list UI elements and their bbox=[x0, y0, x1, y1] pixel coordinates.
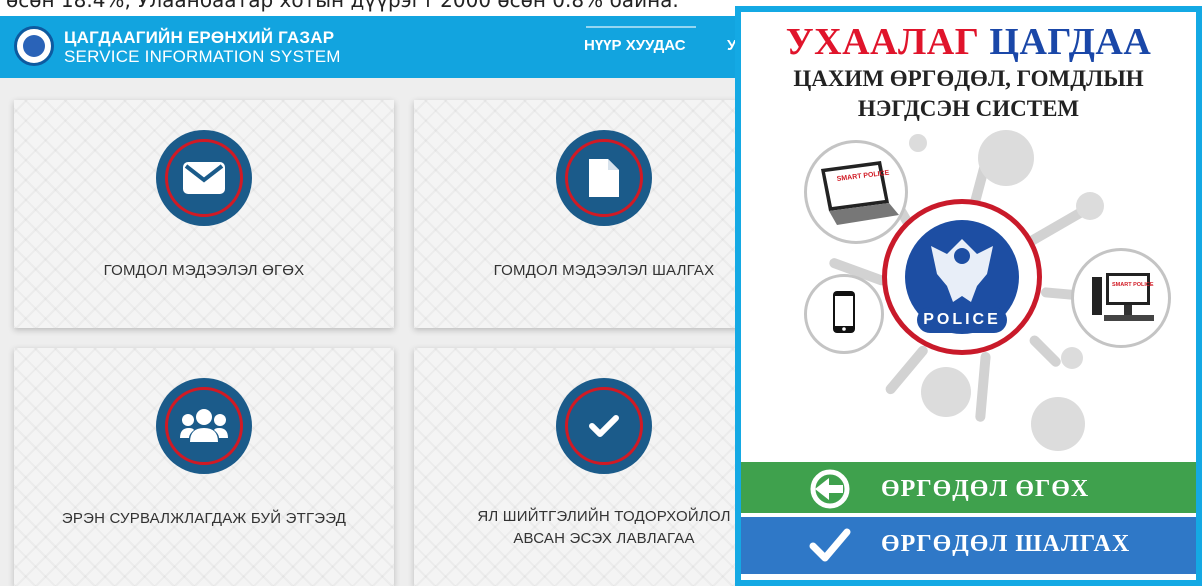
network-bubble bbox=[1061, 347, 1083, 369]
nav-active-indicator bbox=[586, 26, 696, 28]
card-label: ГОМДОЛ МЭДЭЭЛЭЛ ӨГӨХ bbox=[103, 262, 305, 279]
card-criminal-record-check[interactable]: ЯЛ ШИЙТГЭЛИЙН ТОДОРХОЙЛОЛ АВСАН ЭСЭХ ЛАВ… bbox=[414, 348, 735, 586]
article-text: өсөн 18.4%, Улаанбаатар хотын дүүрэгт 20… bbox=[6, 0, 679, 12]
submit-application-label: ӨРГӨДӨЛ ӨГӨХ bbox=[881, 476, 1090, 502]
card-label: ЭРЭН СУРВАЛЖЛАГДАЖ БУЙ ЭТГЭЭД bbox=[61, 510, 347, 527]
smartphone-icon bbox=[833, 291, 855, 333]
nav-home-link[interactable]: НҮҮР ХУУДАС bbox=[584, 37, 686, 54]
desktop-device: SMART POLICE bbox=[1071, 248, 1171, 348]
circular-arrow-icon bbox=[810, 469, 850, 509]
card-submit-complaint[interactable]: ГОМДОЛ МЭДЭЭЛЭЛ ӨГӨХ bbox=[14, 100, 394, 328]
poster-subtitle-line2: НЭГДСЭН СИСТЕМ bbox=[857, 96, 1080, 121]
card-label: ГОМДОЛ МЭДЭЭЛЭЛ ШАЛГАХ bbox=[493, 262, 715, 279]
check-icon bbox=[556, 378, 652, 474]
poster-title-blue: ЦАГДАА bbox=[989, 21, 1152, 63]
card-label-line1: ЯЛ ШИЙТГЭЛИЙН ТОДОРХОЙЛОЛ bbox=[477, 508, 731, 525]
desktop-screen-text: SMART POLICE bbox=[1112, 282, 1154, 288]
card-label-line2: АВСАН ЭСЭХ ЛАВЛАГАА bbox=[513, 530, 695, 547]
network-bubble bbox=[909, 134, 927, 152]
network-connector bbox=[974, 351, 991, 423]
police-badge-icon: POLICE bbox=[882, 199, 1042, 355]
network-bubble bbox=[1031, 397, 1085, 451]
card-wanted-persons[interactable]: ЭРЭН СУРВАЛЖЛАГДАЖ БУЙ ЭТГЭЭД bbox=[14, 348, 394, 586]
people-icon bbox=[156, 378, 252, 474]
card-check-complaint[interactable]: ГОМДОЛ МЭДЭЭЛЭЛ ШАЛГАХ bbox=[414, 100, 735, 328]
smart-police-poster: УХААЛАГ ЦАГДАА ЦАХИМ ӨРГӨДӨЛ, ГОМДЛЫН НЭ… bbox=[735, 6, 1202, 586]
desktop-computer-icon: SMART POLICE bbox=[1092, 273, 1154, 321]
poster-subtitle: ЦАХИМ ӨРГӨДӨЛ, ГОМДЛЫН НЭГДСЭН СИСТЕМ bbox=[741, 64, 1196, 124]
police-logo-icon[interactable] bbox=[14, 26, 54, 66]
badge-police-text: POLICE bbox=[923, 311, 1001, 328]
service-portal-screenshot: ЦАГДААГИЙН ЕРӨНХИЙ ГАЗАР SERVICE INFORMA… bbox=[0, 16, 735, 586]
poster-subtitle-line1: ЦАХИМ ӨРГӨДӨЛ, ГОМДЛЫН bbox=[793, 66, 1144, 91]
brand-title: ЦАГДААГИЙН ЕРӨНХИЙ ГАЗАР bbox=[64, 28, 335, 47]
check-application-label: ӨРГӨДӨЛ ШАЛГАХ bbox=[881, 531, 1131, 557]
check-application-button[interactable]: ӨРГӨДӨЛ ШАЛГАХ bbox=[741, 517, 1196, 574]
checkmark-icon bbox=[809, 528, 851, 562]
brand-subtitle: SERVICE INFORMATION SYSTEM bbox=[64, 47, 341, 66]
network-bubble bbox=[1076, 192, 1104, 220]
network-bubble bbox=[978, 130, 1034, 186]
nav-next-link[interactable]: У bbox=[727, 37, 735, 54]
poster-title: УХААЛАГ ЦАГДАА bbox=[741, 20, 1196, 64]
network-bubble bbox=[921, 367, 971, 417]
document-icon bbox=[556, 130, 652, 226]
envelope-icon bbox=[156, 130, 252, 226]
poster-title-red: УХААЛАГ bbox=[785, 21, 980, 63]
portal-header: ЦАГДААГИЙН ЕРӨНХИЙ ГАЗАР SERVICE INFORMA… bbox=[0, 16, 735, 78]
phone-device bbox=[804, 274, 884, 354]
submit-application-button[interactable]: ӨРГӨДӨЛ ӨГӨХ bbox=[741, 462, 1196, 516]
